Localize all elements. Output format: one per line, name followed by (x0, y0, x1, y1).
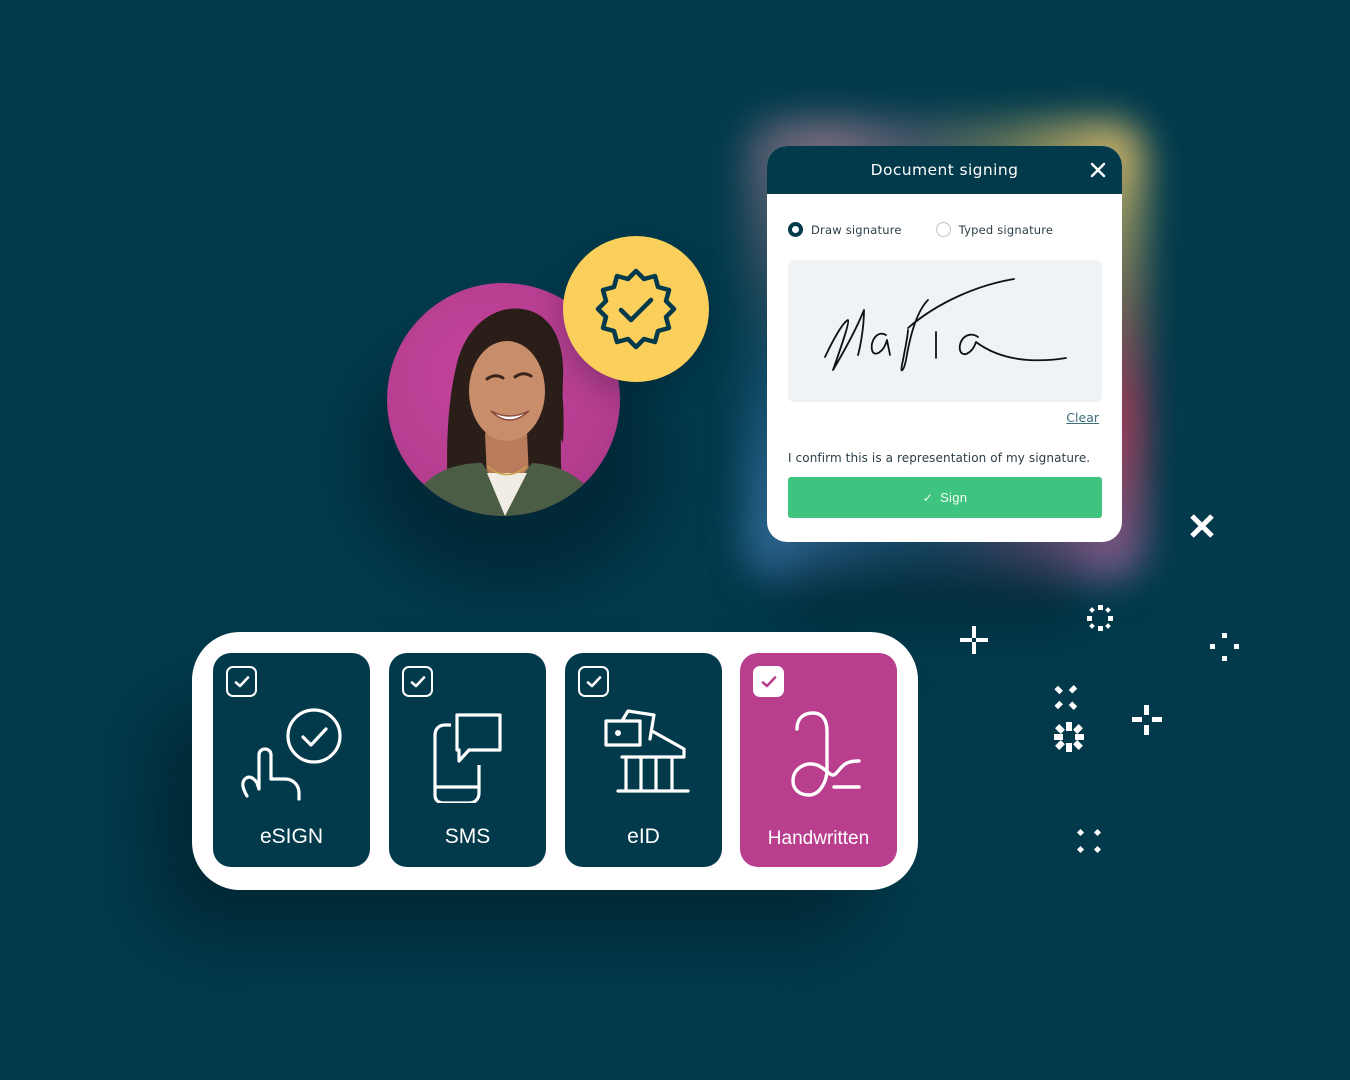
handwritten-signature-icon (740, 703, 897, 803)
sparkle-burst-icon (1054, 722, 1084, 752)
checkbox[interactable] (226, 666, 257, 697)
phone-message-icon (389, 703, 546, 803)
signature-pad[interactable] (788, 260, 1102, 402)
touch-check-icon (213, 703, 370, 803)
sparkle-dots-icon (1210, 633, 1239, 661)
method-card-handwritten[interactable]: Handwritten (740, 653, 897, 867)
checkbox[interactable] (753, 666, 784, 697)
method-label: eID (627, 825, 660, 848)
sparkle-x-dots-icon (1054, 685, 1078, 710)
checkbox[interactable] (578, 666, 609, 697)
verified-badge-icon (595, 268, 677, 350)
dialog-title: Document signing (870, 161, 1019, 179)
checkmark-icon (761, 675, 776, 687)
checkmark-icon (586, 675, 601, 687)
id-bank-icon (565, 703, 722, 803)
clear-signature-link[interactable]: Clear (1066, 410, 1099, 425)
drawn-signature (824, 278, 1067, 372)
radio-unchecked-icon[interactable] (935, 222, 951, 237)
sparkle-cross-dots-icon (1132, 705, 1162, 735)
method-label: Handwritten (767, 828, 870, 849)
sparkle-four-dots-icon (1076, 828, 1102, 854)
sign-button[interactable]: ✓ Sign (788, 477, 1102, 518)
dialog-shadow (770, 540, 1090, 620)
confirmation-text: I confirm this is a representation of my… (788, 451, 1091, 465)
method-card-sms[interactable]: SMS (389, 653, 546, 867)
radio-label: Typed signature (958, 222, 1054, 237)
radio-draw-signature[interactable]: Draw signature (788, 222, 902, 237)
radio-checked-icon[interactable] (788, 222, 803, 237)
checkmark-icon (234, 675, 249, 687)
dialog-header: Document signing (767, 146, 1122, 194)
method-label: eSIGN (259, 825, 324, 848)
checkbox[interactable] (402, 666, 433, 697)
method-label: SMS (444, 825, 491, 848)
close-icon (1090, 162, 1106, 178)
method-card-eid[interactable]: eID (565, 653, 722, 867)
sign-button-label: Sign (940, 490, 968, 505)
sparkle-ring-icon (1087, 605, 1113, 631)
sparkle-plus-icon (960, 626, 988, 654)
close-button[interactable] (1088, 160, 1108, 180)
signature-methods-panel: eSIGN SMS eID Handwritten (192, 632, 918, 890)
check-icon: ✓ (922, 490, 934, 505)
document-signing-dialog: Document signing Draw signature Typed si… (767, 146, 1122, 542)
checkmark-icon (410, 675, 425, 687)
signature-mode-group: Draw signature Typed signature (788, 222, 1053, 237)
radio-typed-signature[interactable]: Typed signature (935, 222, 1054, 237)
radio-label: Draw signature (811, 222, 902, 237)
sparkle-x-icon (1190, 514, 1214, 538)
verification-badge (563, 236, 709, 382)
method-card-esign[interactable]: eSIGN (213, 653, 370, 867)
